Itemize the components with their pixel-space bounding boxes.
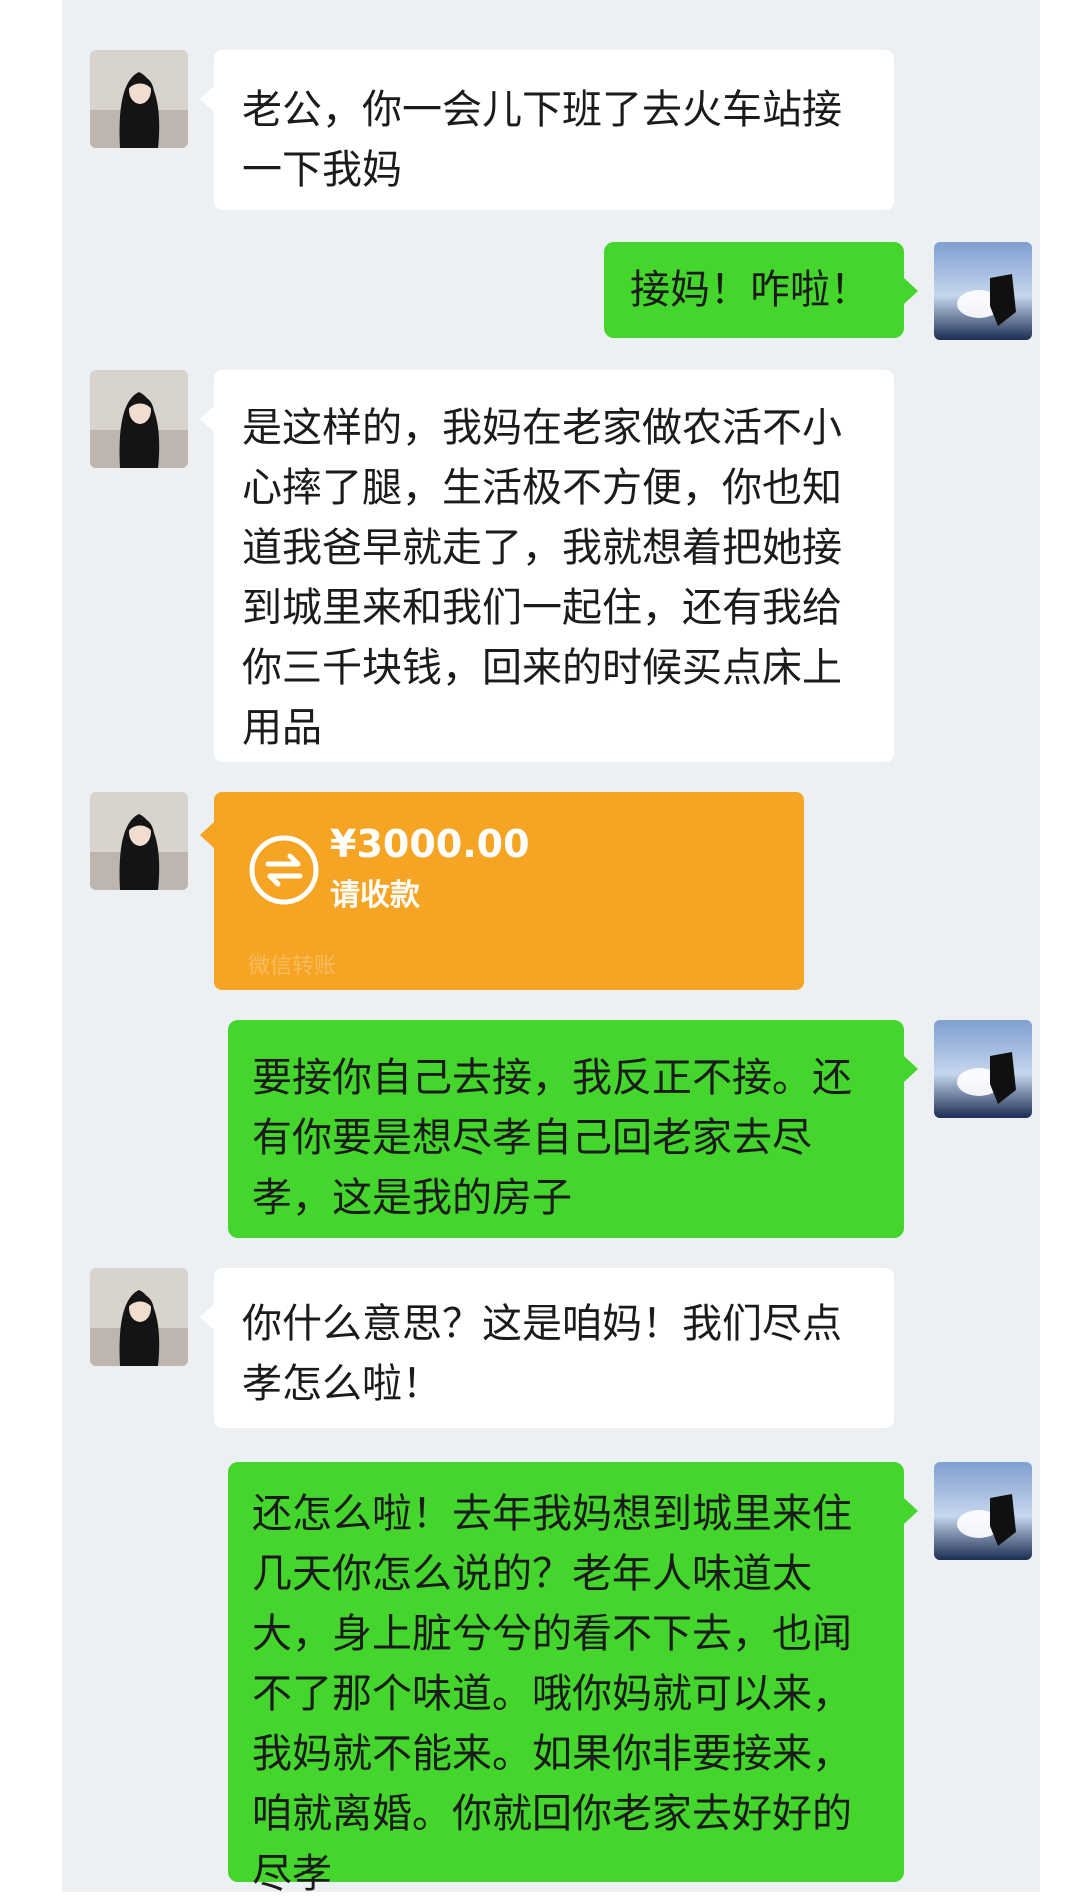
- message-bubble-husband-1[interactable]: 接妈！咋啦！: [604, 242, 918, 338]
- husband-avatar-image: [934, 1020, 1032, 1118]
- chat-conversation: 老公，你一会儿下班了去火车站接 一下我妈 接妈！咋啦！ 是这样的，我妈在老家做农…: [0, 0, 1080, 1897]
- husband-avatar[interactable]: [934, 1020, 1032, 1118]
- message-bubble-wife-1[interactable]: 老公，你一会儿下班了去火车站接 一下我妈: [200, 50, 894, 210]
- wife-avatar-image: [90, 50, 188, 148]
- left-margin: [0, 0, 62, 1892]
- message-bubble-wife-3[interactable]: 你什么意思？这是咱妈！我们尽点 孝怎么啦！: [200, 1268, 894, 1428]
- wife-avatar[interactable]: [90, 1268, 188, 1366]
- wife-avatar[interactable]: [90, 792, 188, 890]
- wife-avatar-image: [90, 792, 188, 890]
- money-transfer-card[interactable]: ¥3000.00 请收款 微信转账: [200, 792, 804, 990]
- right-margin: [1040, 0, 1080, 1892]
- wife-avatar[interactable]: [90, 50, 188, 148]
- transfer-amount: ¥3000.00: [330, 822, 530, 866]
- wife-avatar-image: [90, 370, 188, 468]
- message-bubble-husband-3[interactable]: 还怎么啦！去年我妈想到城里来住 几天你怎么说的？老年人味道太 大，身上脏兮兮的看…: [228, 1462, 918, 1897]
- transfer-status: 请收款: [330, 878, 420, 913]
- transfer-arrows-icon: [249, 835, 319, 905]
- wife-avatar-image: [90, 1268, 188, 1366]
- transfer-footer-label: 微信转账: [248, 954, 337, 979]
- husband-avatar-image: [934, 1462, 1032, 1560]
- message-bubble-wife-2[interactable]: 是这样的，我妈在老家做农活不小 心摔了腿，生活极不方便，你也知 道我爸早就走了，…: [200, 370, 894, 762]
- wife-avatar[interactable]: [90, 370, 188, 468]
- husband-avatar[interactable]: [934, 242, 1032, 340]
- husband-avatar-image: [934, 242, 1032, 340]
- message-bubble-husband-2[interactable]: 要接你自己去接，我反正不接。还 有你要是想尽孝自己回老家去尽 孝，这是我的房子: [228, 1020, 918, 1238]
- husband-avatar[interactable]: [934, 1462, 1032, 1560]
